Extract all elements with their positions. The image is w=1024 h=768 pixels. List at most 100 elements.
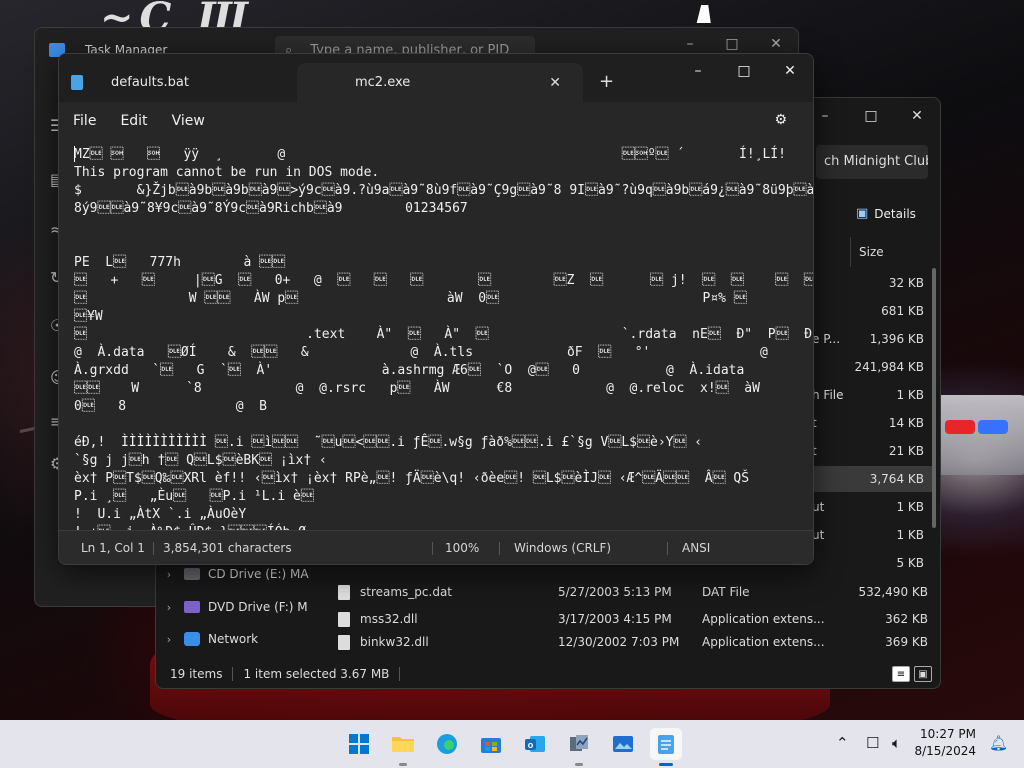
notepad-taskbar-button[interactable] bbox=[650, 728, 682, 766]
details-pane-button[interactable]: ▣ Details bbox=[856, 206, 916, 221]
close-button[interactable]: ✕ bbox=[753, 36, 798, 52]
close-button[interactable]: ✕ bbox=[767, 56, 813, 86]
wallpaper-siren-red bbox=[945, 420, 975, 434]
tab-mc2-exe[interactable]: mc2.exe ✕ bbox=[297, 63, 583, 102]
explorer-window-controls: – □ ✕ bbox=[802, 101, 940, 131]
address-bar[interactable]: ch Midnight Club II bbox=[816, 145, 928, 179]
file-name-cell: mss32.dll bbox=[360, 612, 418, 626]
notepad-icon bbox=[658, 735, 674, 754]
network-icon bbox=[184, 632, 200, 646]
network-status-icon[interactable]: ☐ bbox=[866, 734, 879, 752]
divider bbox=[232, 667, 234, 681]
notepad-status-bar: Ln 1, Col 1 3,854,301 characters 100% Wi… bbox=[59, 530, 813, 564]
file-type-cell: e P... bbox=[812, 332, 841, 346]
tab-defaults-bat[interactable]: defaults.bat bbox=[59, 63, 299, 102]
settings-gear-icon[interactable]: ⚙ bbox=[762, 112, 799, 128]
running-indicator bbox=[575, 763, 583, 766]
start-button[interactable] bbox=[343, 728, 375, 760]
maximize-button[interactable]: □ bbox=[848, 101, 894, 131]
store-taskbar-button[interactable] bbox=[475, 728, 507, 760]
notepad-window[interactable]: defaults.bat mc2.exe ✕ + – □ ✕ File Edit… bbox=[58, 53, 814, 565]
notepad-tab-bar: defaults.bat mc2.exe ✕ + – □ ✕ bbox=[59, 54, 813, 102]
minimize-button[interactable]: – bbox=[675, 56, 721, 86]
file-type-cell: Application extens... bbox=[702, 635, 825, 649]
file-row[interactable]: streams_pc.dat 5/27/2003 5:13 PM DAT Fil… bbox=[316, 578, 936, 606]
notepad-text-area[interactable]: MZ   ÿÿ ¸ @ º ´ Í!¸LÍ! This progra… bbox=[59, 140, 813, 532]
windows-logo-icon bbox=[349, 734, 369, 754]
edge-taskbar-button[interactable] bbox=[431, 728, 463, 760]
new-tab-button[interactable]: + bbox=[599, 71, 614, 92]
minimize-button[interactable]: – bbox=[667, 36, 713, 52]
file-size-cell: 241,984 KB bbox=[854, 360, 924, 374]
task-manager-taskbar-button[interactable] bbox=[563, 728, 595, 766]
file-icon bbox=[338, 611, 350, 627]
details-pane-icon: ▣ bbox=[856, 206, 869, 221]
maximize-button[interactable]: □ bbox=[709, 36, 755, 52]
nav-item-network[interactable]: › Network bbox=[162, 632, 322, 646]
chevron-right-icon[interactable]: › bbox=[162, 633, 176, 646]
tiles-view-button[interactable]: ▣ bbox=[914, 666, 932, 682]
vertical-scrollbar[interactable] bbox=[932, 268, 936, 528]
file-explorer-taskbar-button[interactable] bbox=[387, 728, 419, 766]
dvd-drive-icon bbox=[184, 601, 200, 613]
task-manager-icon bbox=[570, 735, 588, 751]
divider bbox=[499, 542, 500, 555]
show-hidden-icons-chevron[interactable]: ⌃ bbox=[836, 734, 849, 752]
file-size-cell: 32 KB bbox=[888, 276, 924, 290]
chevron-right-icon[interactable]: › bbox=[162, 601, 176, 614]
nav-item-label: DVD Drive (F:) M bbox=[208, 600, 308, 614]
zoom-level[interactable]: 100% bbox=[445, 541, 479, 555]
file-row[interactable]: binkw32.dll 12/30/2002 7:03 PM Applicati… bbox=[316, 632, 936, 652]
notepad-file-icon bbox=[71, 75, 83, 90]
view-toggle: ≡ ▣ bbox=[892, 666, 932, 682]
file-row[interactable]: mss32.dll 3/17/2003 4:15 PM Application … bbox=[316, 605, 936, 633]
nav-item-dvd-drive[interactable]: › DVD Drive (F:) M bbox=[162, 600, 322, 614]
file-size-cell: 1 KB bbox=[896, 388, 924, 402]
close-button[interactable]: ✕ bbox=[894, 101, 940, 131]
microsoft-store-icon bbox=[481, 738, 501, 753]
line-ending[interactable]: Windows (CRLF) bbox=[514, 541, 611, 555]
file-icon bbox=[338, 634, 350, 650]
file-size-cell: 21 KB bbox=[888, 444, 924, 458]
file-size-cell: 369 KB bbox=[885, 635, 928, 649]
running-indicator bbox=[659, 763, 673, 766]
file-size-cell: 5 KB bbox=[896, 556, 924, 570]
file-size-cell: 362 KB bbox=[885, 612, 928, 626]
menu-edit[interactable]: Edit bbox=[108, 113, 159, 129]
file-size-cell: 1 KB bbox=[896, 528, 924, 542]
maximize-button[interactable]: □ bbox=[721, 56, 767, 86]
divider bbox=[153, 542, 154, 555]
clock-time: 10:27 PM bbox=[920, 727, 976, 741]
item-count: 19 items bbox=[170, 667, 223, 681]
notepad-window-controls: – □ ✕ bbox=[675, 54, 813, 86]
chevron-right-icon[interactable]: › bbox=[162, 568, 176, 581]
encoding[interactable]: ANSI bbox=[682, 541, 710, 555]
nav-item-label: Network bbox=[208, 632, 259, 646]
volume-icon[interactable]: 🔈︎ bbox=[892, 734, 901, 752]
character-count: 3,854,301 characters bbox=[163, 541, 292, 555]
divider bbox=[667, 542, 668, 555]
running-indicator bbox=[399, 763, 407, 766]
menu-file[interactable]: File bbox=[61, 113, 108, 129]
nav-item-cd-drive[interactable]: › CD Drive (E:) MA bbox=[162, 567, 322, 581]
file-size-cell: 532,490 KB bbox=[858, 585, 928, 599]
file-type-cell: DAT File bbox=[702, 585, 750, 599]
document-content[interactable]: MZ   ÿÿ ¸ @ º ´ Í!¸LÍ! This progra… bbox=[74, 146, 813, 532]
file-size-cell: 1 KB bbox=[896, 500, 924, 514]
outlook-taskbar-button[interactable]: o bbox=[519, 728, 551, 760]
system-clock[interactable]: 10:27 PM 8/15/2024 bbox=[914, 726, 976, 760]
menu-view[interactable]: View bbox=[160, 113, 217, 129]
notification-bell-icon[interactable]: 🔔︎ bbox=[989, 734, 1008, 752]
file-size-cell: 681 KB bbox=[881, 304, 924, 318]
photos-taskbar-button[interactable] bbox=[607, 728, 639, 760]
file-type-cell: Application extens... bbox=[702, 612, 825, 626]
file-size-cell: 3,764 KB bbox=[869, 472, 924, 486]
close-tab-icon[interactable]: ✕ bbox=[549, 75, 561, 91]
selection-info: 1 item selected 3.67 MB bbox=[243, 667, 390, 681]
file-date-cell: 3/17/2003 4:15 PM bbox=[558, 612, 672, 626]
size-column-header[interactable]: Size bbox=[850, 237, 940, 267]
file-size-cell: 14 KB bbox=[888, 416, 924, 430]
details-view-button[interactable]: ≡ bbox=[892, 666, 910, 682]
tab-label: mc2.exe bbox=[355, 75, 411, 90]
edge-browser-icon bbox=[437, 734, 457, 754]
